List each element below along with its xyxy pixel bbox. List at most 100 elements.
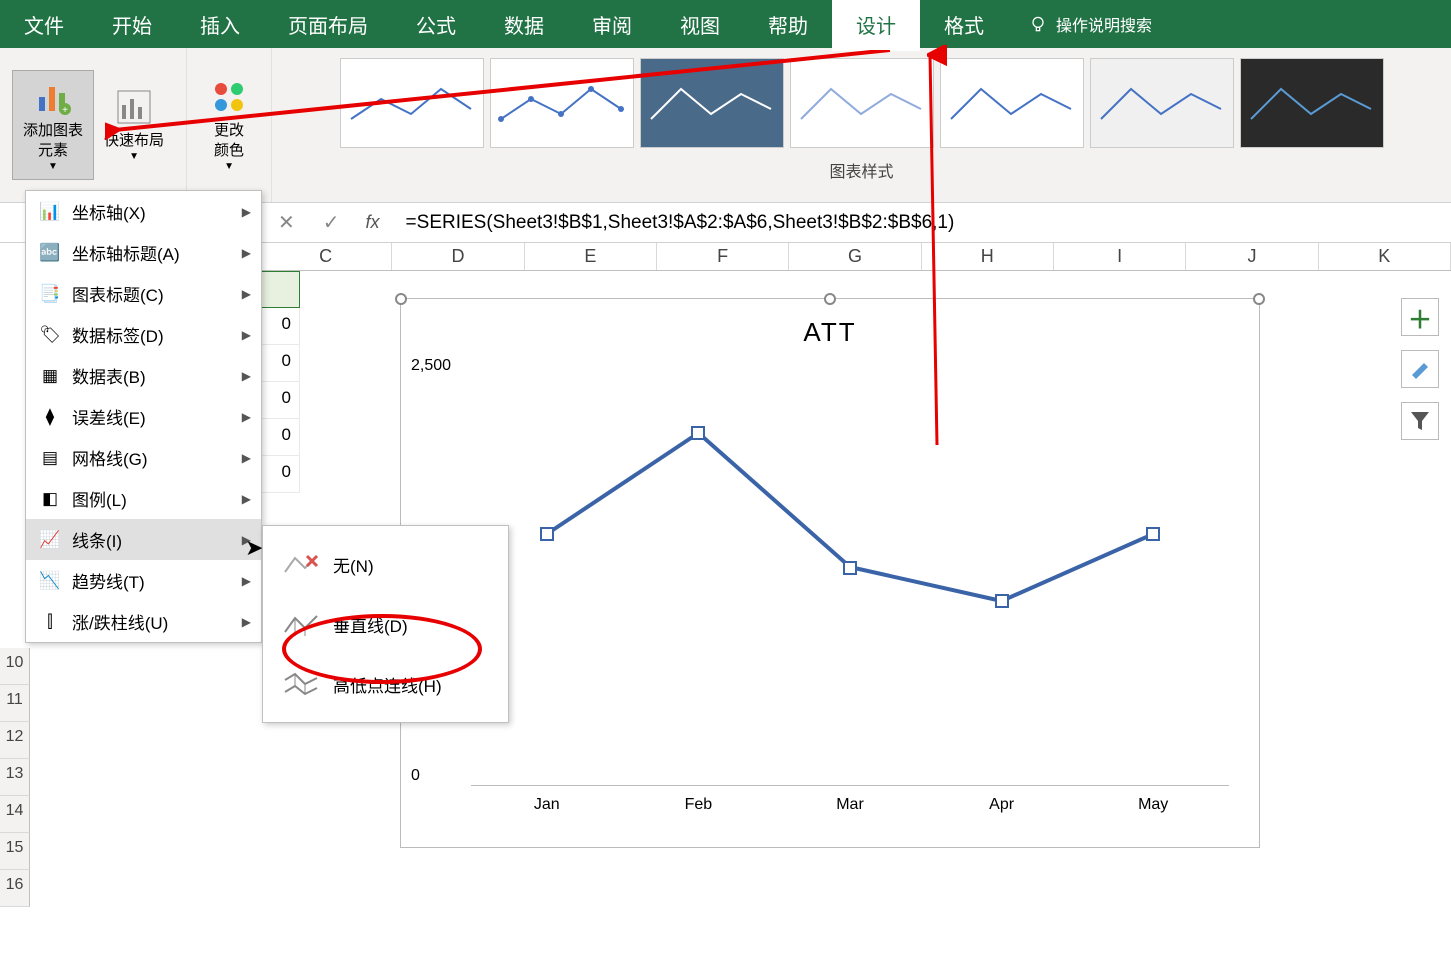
chart-styles-gallery: 图表样式 xyxy=(272,48,1451,202)
chart-handle[interactable] xyxy=(395,293,407,305)
chart-line-series[interactable] xyxy=(471,366,1229,786)
watermark-sub: 经验 xyxy=(1331,844,1411,902)
submenu-none[interactable]: 无(N) xyxy=(263,534,508,594)
menu-legend[interactable]: ◧图例(L)▶ xyxy=(26,478,261,519)
x-tick-label: Jan xyxy=(534,796,560,814)
embedded-chart[interactable]: ATT 2,500 0 Jan Feb Mar Apr May xyxy=(400,298,1260,848)
col-header-i[interactable]: I xyxy=(1054,243,1186,270)
cell[interactable]: 0 xyxy=(260,456,300,493)
menu-lines[interactable]: 📈线条(I)▶ xyxy=(26,519,261,560)
tab-home[interactable]: 开始 xyxy=(88,0,176,51)
chevron-right-icon: ▶ xyxy=(242,451,251,465)
cell[interactable]: 0 xyxy=(260,419,300,456)
data-point[interactable] xyxy=(691,426,705,440)
tab-help[interactable]: 帮助 xyxy=(744,0,832,51)
cell[interactable]: 0 xyxy=(260,382,300,419)
style-thumb-1[interactable] xyxy=(340,58,484,148)
mouse-cursor-icon: ➤ xyxy=(245,535,263,561)
lines-submenu: 无(N) 垂直线(D) 高低点连线(H) xyxy=(262,525,509,723)
tab-formulas[interactable]: 公式 xyxy=(392,0,480,51)
formula-input[interactable]: =SERIES(Sheet3!$B$1,Sheet3!$A$2:$A$6,She… xyxy=(392,212,955,234)
col-header-f[interactable]: F xyxy=(657,243,789,270)
chart-styles-button[interactable] xyxy=(1401,350,1439,388)
menu-axis-title[interactable]: 🔤坐标轴标题(A)▶ xyxy=(26,232,261,273)
data-point[interactable] xyxy=(1146,527,1160,541)
style-thumb-3[interactable] xyxy=(640,58,784,148)
menu-error-bars[interactable]: ⧫误差线(E)▶ xyxy=(26,396,261,437)
add-chart-element-button[interactable]: + 添加图表 元素 ▼ xyxy=(12,70,94,180)
style-thumb-5[interactable] xyxy=(940,58,1084,148)
row-header[interactable]: 14 xyxy=(0,796,30,833)
cancel-formula-button[interactable]: ✕ xyxy=(264,204,309,241)
y-tick-label: 0 xyxy=(411,767,420,785)
menu-chart-title[interactable]: 📑图表标题(C)▶ xyxy=(26,273,261,314)
cell[interactable]: 0 xyxy=(260,308,300,345)
quick-layout-icon xyxy=(114,87,154,127)
style-thumb-6[interactable] xyxy=(1090,58,1234,148)
quick-layout-button[interactable]: 快速布局 ▼ xyxy=(94,81,174,170)
chart-handle[interactable] xyxy=(824,293,836,305)
tell-me-label: 操作说明搜索 xyxy=(1056,12,1152,36)
col-header-h[interactable]: H xyxy=(922,243,1054,270)
updown-bar-icon: ⫿ xyxy=(38,610,62,634)
column-headers: C D E F G H I J K xyxy=(260,243,1451,271)
col-header-c[interactable]: C xyxy=(260,243,392,270)
chart-plus-button[interactable]: ＋ xyxy=(1401,298,1439,336)
tab-design[interactable]: 设计 xyxy=(832,0,920,51)
col-header-j[interactable]: J xyxy=(1186,243,1318,270)
chart-handle[interactable] xyxy=(1253,293,1265,305)
row-header[interactable]: 12 xyxy=(0,722,30,759)
submenu-droplines[interactable]: 垂直线(D) xyxy=(263,594,508,654)
tab-insert[interactable]: 插入 xyxy=(176,0,264,51)
chevron-right-icon: ▶ xyxy=(242,205,251,219)
style-thumb-7[interactable] xyxy=(1240,58,1384,148)
hilow-icon xyxy=(283,670,319,698)
col-header-d[interactable]: D xyxy=(392,243,524,270)
row-header[interactable]: 16 xyxy=(0,870,30,907)
menu-gridlines[interactable]: ▤网格线(G)▶ xyxy=(26,437,261,478)
y-tick-label: 2,500 xyxy=(411,357,451,375)
watermark: Baidu 经验 jingyan.baidu.com xyxy=(1172,844,1411,928)
col-header-g[interactable]: G xyxy=(789,243,921,270)
style-thumb-2[interactable] xyxy=(490,58,634,148)
tab-format[interactable]: 格式 xyxy=(920,0,1008,51)
cell[interactable]: 0 xyxy=(260,345,300,382)
chart-title-icon: 📑 xyxy=(38,282,62,306)
chart-title[interactable]: ATT xyxy=(401,299,1259,356)
menu-data-labels[interactable]: 🏷数据标签(D)▶ xyxy=(26,314,261,355)
data-label-icon: 🏷 xyxy=(38,323,62,347)
change-colors-button[interactable]: 更改 颜色 ▼ xyxy=(199,71,259,179)
tab-view[interactable]: 视图 xyxy=(656,0,744,51)
tab-file[interactable]: 文件 xyxy=(0,0,88,51)
tab-page-layout[interactable]: 页面布局 xyxy=(264,0,392,51)
menu-axis[interactable]: 📊坐标轴(X)▶ xyxy=(26,191,261,232)
data-table-icon: ▦ xyxy=(38,364,62,388)
quick-layout-label: 快速布局 xyxy=(104,131,164,151)
col-header-k[interactable]: K xyxy=(1319,243,1451,270)
menu-trendline[interactable]: 📉趋势线(T)▶ xyxy=(26,560,261,601)
data-point[interactable] xyxy=(843,561,857,575)
data-point[interactable] xyxy=(995,594,1009,608)
tab-data[interactable]: 数据 xyxy=(480,0,568,51)
chevron-right-icon: ▶ xyxy=(242,246,251,260)
row-header[interactable]: 11 xyxy=(0,685,30,722)
menu-data-table[interactable]: ▦数据表(B)▶ xyxy=(26,355,261,396)
submenu-hilow[interactable]: 高低点连线(H) xyxy=(263,654,508,714)
row-header[interactable]: 10 xyxy=(0,648,30,685)
data-point[interactable] xyxy=(540,527,554,541)
tell-me-search[interactable]: 操作说明搜索 xyxy=(1028,12,1152,36)
fx-icon[interactable]: fx xyxy=(354,212,392,233)
cell[interactable] xyxy=(260,271,300,308)
accept-formula-button[interactable]: ✓ xyxy=(309,204,354,241)
error-bar-icon: ⧫ xyxy=(38,405,62,429)
chart-plot-area[interactable]: 2,500 0 Jan Feb Mar Apr May xyxy=(471,366,1229,786)
x-tick-label: Mar xyxy=(836,796,864,814)
style-thumb-4[interactable] xyxy=(790,58,934,148)
menu-updown-bars[interactable]: ⫿涨/跌柱线(U)▶ xyxy=(26,601,261,642)
row-header[interactable]: 13 xyxy=(0,759,30,796)
col-header-e[interactable]: E xyxy=(525,243,657,270)
row-header[interactable]: 15 xyxy=(0,833,30,870)
styles-group-label: 图表样式 xyxy=(282,158,1441,182)
chart-filter-button[interactable] xyxy=(1401,402,1439,440)
tab-review[interactable]: 审阅 xyxy=(568,0,656,51)
